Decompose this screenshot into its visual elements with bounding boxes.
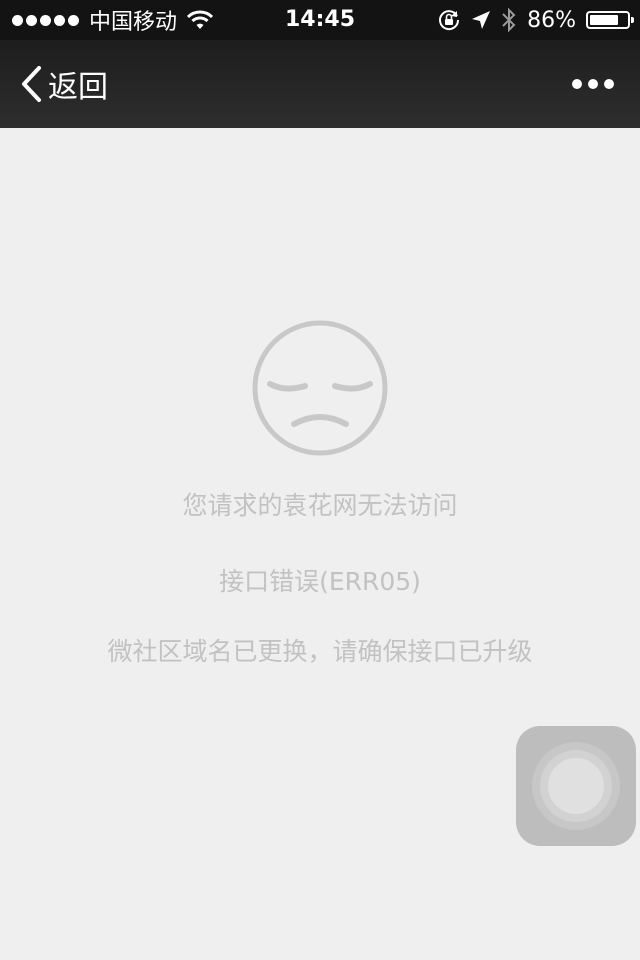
sad-face-icon <box>252 320 388 456</box>
error-hint: 微社区域名已更换，请确保接口已升级 <box>107 637 533 666</box>
more-dots-icon[interactable] <box>572 40 614 128</box>
status-bar: 中国移动 14:45 86% <box>0 0 640 40</box>
error-title: 您请求的袁花网无法访问 <box>182 491 458 520</box>
battery-percent: 86% <box>527 7 576 33</box>
bluetooth-icon <box>502 8 516 32</box>
battery-level-fill <box>590 15 618 25</box>
location-arrow-icon <box>472 11 491 29</box>
navigation-bar: 返回 <box>0 40 640 128</box>
assistive-touch-icon[interactable] <box>516 726 636 846</box>
back-label: 返回 <box>48 70 108 105</box>
error-code: 接口错误(ERR05) <box>219 567 421 596</box>
back-button[interactable]: 返回 <box>18 40 108 128</box>
battery-icon <box>586 11 634 29</box>
status-bar-right: 86% <box>437 0 634 40</box>
chevron-left-icon <box>22 66 41 102</box>
rotation-lock-icon <box>439 10 460 31</box>
